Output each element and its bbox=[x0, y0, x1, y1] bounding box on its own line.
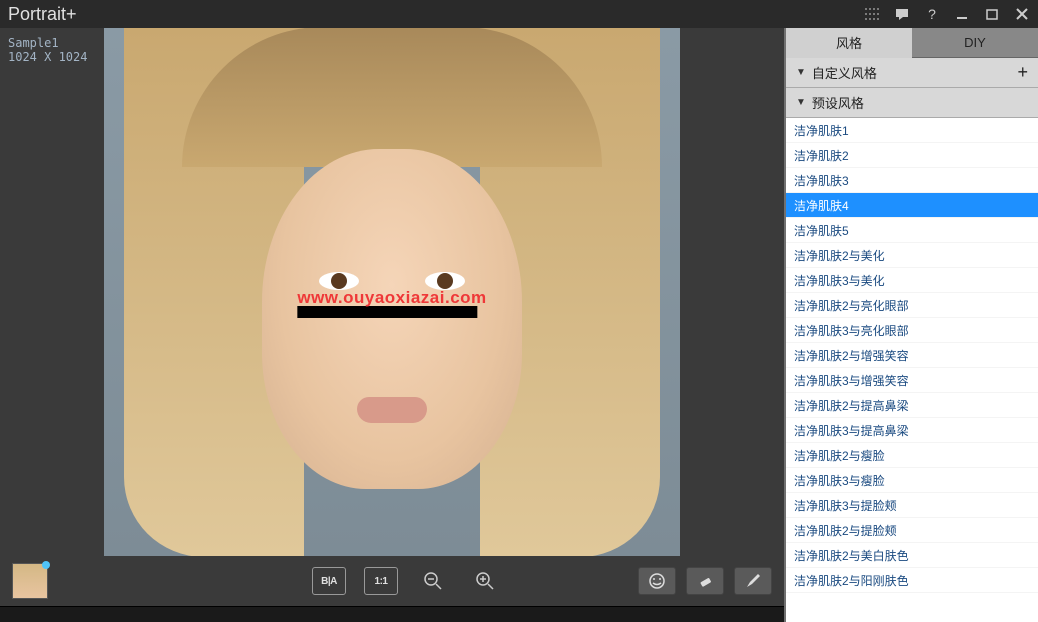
toolbar-center: B|A 1:1 bbox=[312, 567, 502, 595]
titlebar-actions: ? bbox=[864, 6, 1030, 22]
chevron-down-icon: ▼ bbox=[796, 67, 806, 78]
editor-pane: Sample1 1024 X 1024 www.ouyaoxiazai.com bbox=[0, 28, 784, 622]
watermark-text: www.ouyaoxiazai.com bbox=[297, 288, 486, 308]
canvas[interactable]: Sample1 1024 X 1024 www.ouyaoxiazai.com bbox=[0, 28, 784, 556]
preset-item[interactable]: 洁净肌肤2 bbox=[786, 143, 1038, 168]
preset-item[interactable]: 洁净肌肤2与提脸颊 bbox=[786, 518, 1038, 543]
preset-item[interactable]: 洁净肌肤2与阳刚肤色 bbox=[786, 568, 1038, 593]
preset-list[interactable]: 洁净肌肤1洁净肌肤2洁净肌肤3洁净肌肤4洁净肌肤5洁净肌肤2与美化洁净肌肤3与美… bbox=[786, 118, 1038, 622]
preset-item[interactable]: 洁净肌肤2与亮化眼部 bbox=[786, 293, 1038, 318]
preset-item[interactable]: 洁净肌肤1 bbox=[786, 118, 1038, 143]
section-preset-styles[interactable]: ▼ 预设风格 bbox=[786, 88, 1038, 118]
thumbnail-preview[interactable] bbox=[12, 563, 48, 599]
preset-item[interactable]: 洁净肌肤3与提脸颊 bbox=[786, 493, 1038, 518]
list-icon[interactable] bbox=[864, 6, 880, 22]
section-preset-label: 预设风格 bbox=[812, 93, 864, 112]
tab-style[interactable]: 风格 bbox=[786, 28, 912, 58]
brush-button[interactable] bbox=[734, 567, 772, 595]
preset-item[interactable]: 洁净肌肤2与美白肤色 bbox=[786, 543, 1038, 568]
section-custom-label: 自定义风格 bbox=[812, 63, 877, 82]
preset-item[interactable]: 洁净肌肤3与美化 bbox=[786, 268, 1038, 293]
preset-item[interactable]: 洁净肌肤2与美化 bbox=[786, 243, 1038, 268]
add-style-button[interactable]: + bbox=[1017, 62, 1028, 83]
help-icon[interactable]: ? bbox=[924, 6, 940, 22]
tab-diy[interactable]: DIY bbox=[912, 28, 1038, 58]
titlebar: Portrait+ ? bbox=[0, 0, 1038, 28]
chat-icon[interactable] bbox=[894, 6, 910, 22]
chevron-down-icon: ▼ bbox=[796, 97, 806, 108]
bottom-toolbar: B|A 1:1 bbox=[0, 556, 784, 606]
zoom-out-icon[interactable] bbox=[416, 567, 450, 595]
one-to-one-button[interactable]: 1:1 bbox=[364, 567, 398, 595]
section-custom-styles[interactable]: ▼ 自定义风格 + bbox=[786, 58, 1038, 88]
face-detect-button[interactable] bbox=[638, 567, 676, 595]
preset-item[interactable]: 洁净肌肤3 bbox=[786, 168, 1038, 193]
preset-item[interactable]: 洁净肌肤2与瘦脸 bbox=[786, 443, 1038, 468]
zoom-in-icon[interactable] bbox=[468, 567, 502, 595]
eraser-button[interactable] bbox=[686, 567, 724, 595]
maximize-icon[interactable] bbox=[984, 6, 1000, 22]
right-panel: 风格 DIY ▼ 自定义风格 + ▼ 预设风格 洁净肌肤1洁净肌肤2洁净肌肤3洁… bbox=[784, 28, 1038, 622]
toolbar-right bbox=[638, 567, 772, 595]
panel-tabs: 风格 DIY bbox=[786, 28, 1038, 58]
preset-item[interactable]: 洁净肌肤5 bbox=[786, 218, 1038, 243]
preset-item[interactable]: 洁净肌肤3与增强笑容 bbox=[786, 368, 1038, 393]
main-area: Sample1 1024 X 1024 www.ouyaoxiazai.com bbox=[0, 28, 1038, 622]
image-name: Sample1 bbox=[8, 36, 87, 50]
compare-button[interactable]: B|A bbox=[312, 567, 346, 595]
image-info: Sample1 1024 X 1024 bbox=[8, 36, 87, 64]
minimize-icon[interactable] bbox=[954, 6, 970, 22]
app-title: Portrait+ bbox=[8, 4, 864, 25]
image-dimensions: 1024 X 1024 bbox=[8, 50, 87, 64]
preset-item[interactable]: 洁净肌肤4 bbox=[786, 193, 1038, 218]
preset-item[interactable]: 洁净肌肤3与瘦脸 bbox=[786, 468, 1038, 493]
preset-item[interactable]: 洁净肌肤2与增强笑容 bbox=[786, 343, 1038, 368]
close-icon[interactable] bbox=[1014, 6, 1030, 22]
preset-item[interactable]: 洁净肌肤3与提高鼻梁 bbox=[786, 418, 1038, 443]
watermark: www.ouyaoxiazai.com bbox=[297, 288, 486, 318]
filmstrip bbox=[0, 606, 784, 622]
preset-item[interactable]: 洁净肌肤3与亮化眼部 bbox=[786, 318, 1038, 343]
preset-item[interactable]: 洁净肌肤2与提高鼻梁 bbox=[786, 393, 1038, 418]
